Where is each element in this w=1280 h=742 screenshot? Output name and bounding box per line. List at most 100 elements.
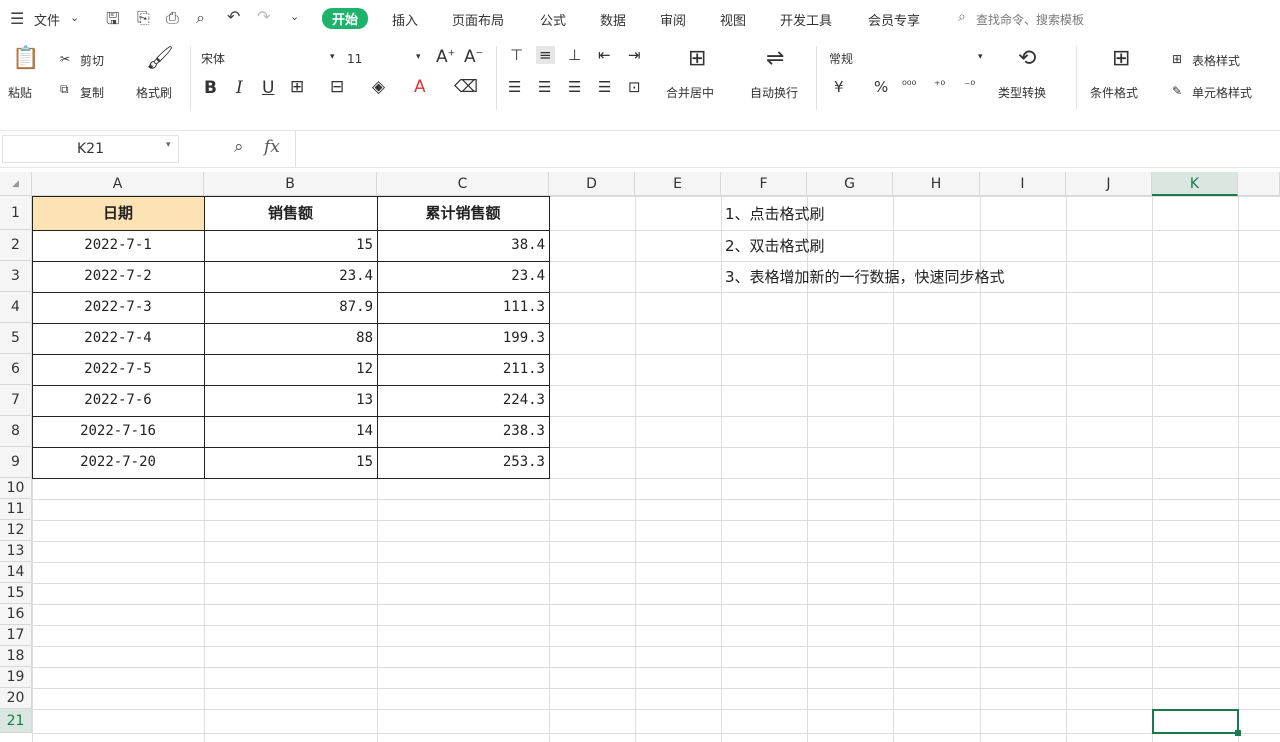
align-middle-icon[interactable]: ≡ xyxy=(536,46,555,64)
conditional-format-icon[interactable]: ⊞ xyxy=(1112,46,1130,71)
cell-style-icon[interactable]: ✎ xyxy=(1172,84,1182,98)
row-header-13[interactable]: 13 xyxy=(0,541,32,562)
type-convert-button[interactable]: 类型转换 xyxy=(998,84,1046,101)
scissors-icon[interactable]: ✂ xyxy=(60,52,70,66)
percent-button[interactable]: % xyxy=(874,78,888,96)
chevron-down-icon[interactable]: ⌄ xyxy=(70,11,79,24)
sales-cell[interactable]: 15 xyxy=(204,447,377,478)
cumulative-sales-cell[interactable]: 38.4 xyxy=(377,230,549,261)
date-cell[interactable]: 2022-7-20 xyxy=(32,447,204,478)
row-header-18[interactable]: 18 xyxy=(0,646,32,667)
cumulative-sales-cell[interactable]: 211.3 xyxy=(377,354,549,385)
column-header-f[interactable]: F xyxy=(721,172,807,196)
date-cell[interactable]: 2022-7-5 xyxy=(32,354,204,385)
merge-center-icon[interactable]: ⊞ xyxy=(688,46,706,71)
fill-handle[interactable] xyxy=(1235,730,1241,736)
tab-home[interactable]: 开始 xyxy=(322,8,369,29)
tab-member[interactable]: 会员专享 xyxy=(868,10,920,29)
row-header-4[interactable]: 4 xyxy=(0,292,32,323)
sales-cell[interactable]: 23.4 xyxy=(204,261,377,292)
date-cell[interactable]: 2022-7-16 xyxy=(32,416,204,447)
type-convert-icon[interactable]: ⟲ xyxy=(1018,46,1036,71)
align-center-icon[interactable]: ☰ xyxy=(538,78,551,96)
table-header-cell[interactable]: 累计销售额 xyxy=(377,196,549,230)
table-header-cell[interactable]: 销售额 xyxy=(204,196,377,230)
command-search[interactable]: 查找命令、搜索模板 xyxy=(976,11,1084,28)
tab-view[interactable]: 视图 xyxy=(720,10,746,29)
font-size-select[interactable]: 11 xyxy=(346,48,422,70)
column-header-g[interactable]: G xyxy=(807,172,893,196)
sales-cell[interactable]: 88 xyxy=(204,323,377,354)
search-icon[interactable]: ⌕ xyxy=(958,9,966,25)
cell-style-button[interactable]: 单元格样式 xyxy=(1192,84,1252,101)
italic-button[interactable]: I xyxy=(236,78,243,98)
zoom-icon[interactable]: ⌕ xyxy=(234,137,244,157)
paste-button[interactable]: 粘贴 xyxy=(8,84,32,101)
column-header-b[interactable]: B xyxy=(204,172,377,196)
spreadsheet-grid[interactable]: ◢ A B C D E F G H I J K 1 2 3 4 5 6 7 8 9 10 11 12 13 14 15 16 17 18… xyxy=(0,172,1280,742)
column-header-k[interactable]: K xyxy=(1152,172,1238,196)
paste-icon[interactable]: 📋 xyxy=(12,46,39,71)
align-top-icon[interactable]: ⊤ xyxy=(510,46,523,64)
tab-formulas[interactable]: 公式 xyxy=(540,10,566,29)
distributed-icon[interactable]: ⊡ xyxy=(628,78,641,96)
bold-button[interactable]: B xyxy=(204,78,217,98)
column-header-j[interactable]: J xyxy=(1066,172,1152,196)
cumulative-sales-cell[interactable]: 111.3 xyxy=(377,292,549,323)
date-cell[interactable]: 2022-7-3 xyxy=(32,292,204,323)
format-painter-button[interactable]: 格式刷 xyxy=(136,84,172,101)
align-bottom-icon[interactable]: ⊥ xyxy=(568,46,581,64)
thousands-icon[interactable]: ⁰⁰⁰ xyxy=(902,78,916,92)
chevron-down-icon[interactable]: ▾ xyxy=(166,140,171,150)
row-header-10[interactable]: 10 xyxy=(0,478,32,499)
row-header-15[interactable]: 15 xyxy=(0,583,32,604)
row-header-7[interactable]: 7 xyxy=(0,385,32,416)
font-name-select[interactable]: 宋体 xyxy=(200,48,342,70)
column-header-c[interactable]: C xyxy=(377,172,549,196)
date-cell[interactable]: 2022-7-1 xyxy=(32,230,204,261)
row-header-11[interactable]: 11 xyxy=(0,499,32,520)
customize-toolbar-icon[interactable]: ⌄ xyxy=(290,10,299,23)
row-header-17[interactable]: 17 xyxy=(0,625,32,646)
tab-insert[interactable]: 插入 xyxy=(392,10,418,29)
row-header-3[interactable]: 3 xyxy=(0,261,32,292)
chevron-down-icon[interactable]: ▾ xyxy=(416,52,421,62)
decrease-font-icon[interactable]: A− xyxy=(464,47,483,67)
row-header-20[interactable]: 20 xyxy=(0,688,32,709)
copy-icon[interactable]: ⧉ xyxy=(60,82,69,97)
row-header-8[interactable]: 8 xyxy=(0,416,32,447)
print-icon[interactable]: ⎙ xyxy=(166,8,179,28)
table-style-icon[interactable]: ⊞ xyxy=(1172,52,1182,66)
row-header-1[interactable]: 1 xyxy=(0,196,32,230)
save-icon[interactable]: 🖫 xyxy=(106,8,120,35)
undo-icon[interactable]: ↶ xyxy=(227,7,240,26)
print-preview-icon[interactable]: ⌕ xyxy=(196,8,205,28)
row-header-21[interactable]: 21 xyxy=(0,709,32,733)
sales-cell[interactable]: 13 xyxy=(204,385,377,416)
formula-input[interactable] xyxy=(298,135,1268,161)
justify-icon[interactable]: ☰ xyxy=(598,78,611,96)
chevron-down-icon[interactable]: ▾ xyxy=(978,52,983,62)
row-header-2[interactable]: 2 xyxy=(0,230,32,261)
redo-icon[interactable]: ↷ xyxy=(257,7,270,26)
cumulative-sales-cell[interactable]: 253.3 xyxy=(377,447,549,478)
column-header-d[interactable]: D xyxy=(549,172,635,196)
decrease-decimal-icon[interactable]: ⁻⁰ xyxy=(964,78,975,92)
increase-font-icon[interactable]: A+ xyxy=(436,47,455,67)
format-painter-icon[interactable]: 🖌 xyxy=(146,46,174,71)
align-right-icon[interactable]: ☰ xyxy=(568,78,581,96)
merge-border-icon[interactable]: ⊟ xyxy=(330,77,344,97)
row-header-5[interactable]: 5 xyxy=(0,323,32,354)
cumulative-sales-cell[interactable]: 224.3 xyxy=(377,385,549,416)
export-icon[interactable]: ⎘ xyxy=(137,8,150,28)
sales-cell[interactable]: 87.9 xyxy=(204,292,377,323)
decrease-indent-icon[interactable]: ⇤ xyxy=(598,46,611,64)
cumulative-sales-cell[interactable]: 238.3 xyxy=(377,416,549,447)
number-format-select[interactable]: 常规 xyxy=(828,48,980,70)
row-header-19[interactable]: 19 xyxy=(0,667,32,688)
name-box[interactable]: K21 xyxy=(2,135,179,163)
copy-button[interactable]: 复制 xyxy=(80,84,104,101)
function-icon[interactable]: fx xyxy=(264,137,280,157)
selected-cell[interactable] xyxy=(1152,709,1241,736)
conditional-format-button[interactable]: 条件格式 xyxy=(1090,84,1138,101)
